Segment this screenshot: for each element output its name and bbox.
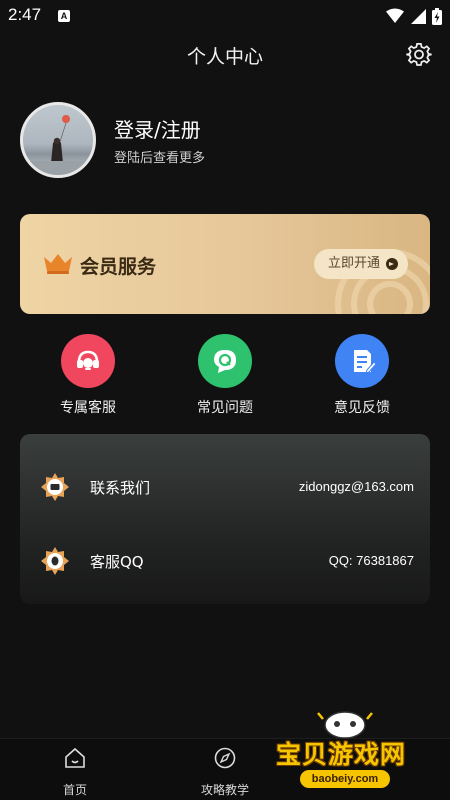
watermark-url: baobeiy.com bbox=[300, 770, 390, 788]
nav-label: 攻略教学 bbox=[200, 783, 249, 797]
wifi-icon bbox=[386, 8, 404, 23]
signal-icon bbox=[411, 9, 426, 24]
battery-icon bbox=[432, 7, 442, 25]
contact-email-value: zidonggz@163.com bbox=[298, 479, 414, 494]
quick-action-label: 意见反馈 bbox=[334, 400, 390, 416]
avatar-image bbox=[23, 115, 93, 175]
contact-card: 联系我们 zidonggz@163.com 客服QQ QQ: 76381867 bbox=[20, 434, 430, 604]
notification-a-icon: A bbox=[58, 10, 70, 22]
activate-vip-label: 立即开通 bbox=[328, 256, 381, 271]
login-register-link[interactable]: 登录/注册 bbox=[114, 114, 201, 143]
activate-vip-button[interactable]: 立即开通 bbox=[314, 249, 408, 279]
gamepad-mascot-icon bbox=[317, 711, 373, 739]
gear-icon[interactable] bbox=[406, 42, 432, 68]
login-hint: 登陆后查看更多 bbox=[114, 151, 206, 166]
quick-action-label: 常见问题 bbox=[197, 400, 253, 416]
nav-item-home[interactable]: 首页 bbox=[30, 747, 120, 798]
home-icon bbox=[65, 747, 85, 768]
quick-action-feedback[interactable]: 意见反馈 bbox=[307, 334, 417, 417]
contact-row-label: 联系我们 bbox=[90, 479, 151, 497]
contact-qq-value: QQ: 76381867 bbox=[328, 553, 414, 568]
qq-badge-icon bbox=[41, 547, 69, 575]
status-bar: 2:47 A bbox=[0, 0, 450, 32]
watermark-title: 宝贝游戏网 bbox=[276, 740, 407, 769]
nav-label: 首页 bbox=[62, 783, 87, 797]
contact-row-email[interactable]: 联系我们 zidonggz@163.com bbox=[20, 468, 430, 508]
contact-row-qq[interactable]: 客服QQ QQ: 76381867 bbox=[20, 542, 430, 582]
crown-icon bbox=[44, 254, 72, 274]
system-icons bbox=[386, 6, 442, 26]
quick-action-faq[interactable]: 常见问题 bbox=[170, 334, 280, 417]
nav-item-guides[interactable]: 攻略教学 bbox=[180, 747, 270, 798]
page-title: 个人中心 bbox=[186, 46, 263, 68]
avatar[interactable] bbox=[20, 102, 96, 178]
contact-row-label: 客服QQ bbox=[90, 553, 144, 571]
watermark-logo: 宝贝游戏网 baobeiy.com bbox=[270, 705, 430, 800]
contact-badge-icon bbox=[41, 473, 69, 501]
quick-action-label: 专属客服 bbox=[60, 400, 116, 416]
screen: 2:47 A 个人中心 登录/注册 登陆后查看更多 会员服务 立即开通 专属客服… bbox=[0, 0, 450, 800]
vip-card[interactable]: 会员服务 立即开通 bbox=[20, 214, 430, 314]
vip-label: 会员服务 bbox=[80, 256, 157, 278]
status-time: 2:47 bbox=[8, 5, 42, 24]
quick-action-support[interactable]: 专属客服 bbox=[33, 334, 143, 417]
arrow-right-icon bbox=[386, 258, 398, 270]
compass-icon bbox=[214, 747, 236, 769]
question-chat-icon bbox=[198, 334, 252, 388]
feedback-note-icon bbox=[335, 334, 389, 388]
headset-icon bbox=[61, 334, 115, 388]
